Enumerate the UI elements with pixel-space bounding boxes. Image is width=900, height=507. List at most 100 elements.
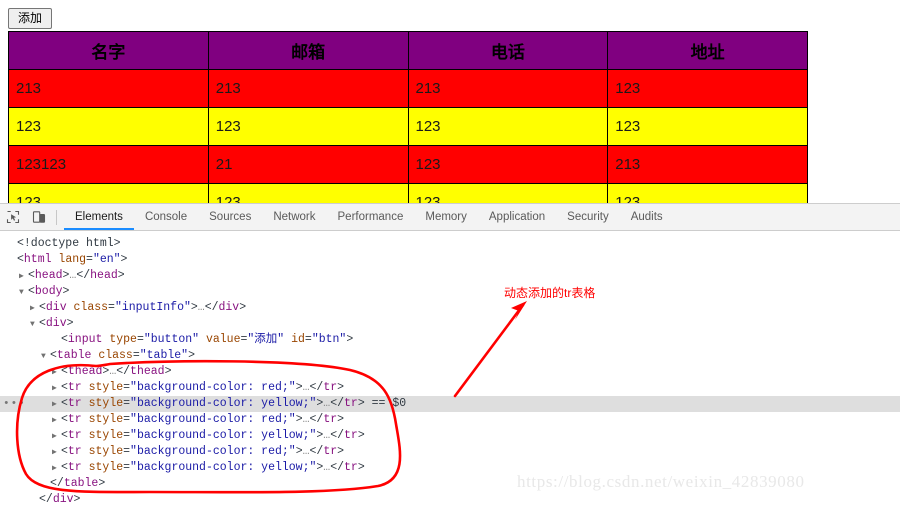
code-token-punc: > bbox=[346, 333, 354, 346]
chevron-right-icon[interactable]: ▶ bbox=[52, 445, 61, 461]
chevron-right-icon[interactable]: ▶ bbox=[52, 461, 61, 477]
tab-sources[interactable]: Sources bbox=[198, 204, 262, 230]
tab-application[interactable]: Application bbox=[478, 204, 556, 230]
code-token-punc: = bbox=[132, 349, 140, 362]
dom-node-line[interactable]: ▶ <tr style="background-color: red;">…</t… bbox=[0, 380, 900, 396]
code-token-punc: > bbox=[188, 349, 195, 362]
device-toolbar-icon[interactable] bbox=[26, 204, 52, 230]
dom-node-line[interactable]: ▼ <table class="table"> bbox=[0, 348, 900, 364]
code-token-tag: html bbox=[23, 253, 52, 266]
cell-email: 213 bbox=[207, 69, 409, 108]
chevron-right-icon[interactable]: ▶ bbox=[52, 381, 61, 397]
code-token-punc: < bbox=[50, 349, 57, 362]
code-token-punc bbox=[82, 445, 89, 458]
tab-security[interactable]: Security bbox=[556, 204, 620, 230]
dom-node-line[interactable]: <input type="button" value="添加" id="btn"… bbox=[0, 332, 900, 348]
code-token-punc: < bbox=[61, 461, 68, 474]
watermark-url: https://blog.csdn.net/weixin_42839080 bbox=[517, 472, 805, 491]
chevron-down-icon[interactable]: ▼ bbox=[41, 349, 50, 365]
code-token-punc: > bbox=[117, 269, 125, 282]
code-token-tag: tr bbox=[67, 445, 82, 458]
dom-node-line[interactable]: ▼ <div> bbox=[0, 316, 900, 332]
code-token-attr: type bbox=[109, 333, 137, 346]
tab-memory[interactable]: Memory bbox=[414, 204, 478, 230]
code-token-punc: > bbox=[98, 477, 106, 490]
chevron-right-icon[interactable]: ▶ bbox=[52, 365, 61, 381]
chevron-right-icon[interactable]: ▶ bbox=[52, 413, 61, 429]
code-token-tag: head bbox=[34, 269, 63, 282]
tab-network[interactable]: Network bbox=[262, 204, 326, 230]
code-token-ell: … bbox=[302, 445, 310, 458]
dom-node-line[interactable]: <html lang="en"> bbox=[0, 252, 900, 268]
dom-node-line[interactable]: ▼ <body> bbox=[0, 284, 900, 300]
tab-audits[interactable]: Audits bbox=[620, 204, 674, 230]
cell-address: 123 bbox=[607, 69, 808, 108]
code-token-punc bbox=[82, 461, 89, 474]
code-token-val: "添加" bbox=[247, 333, 285, 346]
contacts-table: 名字 邮箱 电话 地址 213 213 213 123 123 123 123 … bbox=[8, 31, 808, 203]
table-row: 123123 21 123 213 bbox=[8, 145, 808, 184]
dom-node-line[interactable]: ▶ <thead>…</thead> bbox=[0, 364, 900, 380]
code-token-attr: class bbox=[73, 301, 109, 314]
code-token-punc: < bbox=[39, 317, 46, 330]
chevron-down-icon[interactable]: ▼ bbox=[30, 317, 39, 333]
chevron-down-icon[interactable]: ▼ bbox=[19, 285, 28, 301]
code-token-dollar: == $0 bbox=[364, 397, 407, 410]
tab-console[interactable]: Console bbox=[134, 204, 198, 230]
chevron-right-icon[interactable]: ▶ bbox=[19, 269, 28, 285]
code-token-punc bbox=[82, 413, 89, 426]
dom-node-line-selected[interactable]: ••• ▶ <tr style="background-color: yellow;… bbox=[0, 396, 900, 412]
code-token-punc: < bbox=[17, 253, 24, 266]
code-token-punc: > bbox=[295, 381, 303, 394]
code-token-punc: </ bbox=[116, 365, 131, 378]
code-token-punc: </ bbox=[76, 269, 91, 282]
code-token-punc: > bbox=[66, 317, 74, 330]
column-header-name: 名字 bbox=[8, 31, 209, 70]
column-header-email: 邮箱 bbox=[207, 31, 409, 70]
inspect-element-icon[interactable] bbox=[0, 204, 26, 230]
code-token-punc: </ bbox=[330, 429, 345, 442]
code-token-val: "background-color: yellow;" bbox=[130, 397, 317, 410]
tab-elements[interactable]: Elements bbox=[64, 204, 134, 230]
dom-node-line[interactable]: ▶ <tr style="background-color: red;">…</t… bbox=[0, 444, 900, 460]
dom-node-line[interactable]: ▶ <head>…</head> bbox=[0, 268, 900, 284]
chevron-right-icon[interactable]: ▶ bbox=[52, 397, 61, 413]
code-token-punc: > bbox=[164, 365, 172, 378]
chevron-right-icon[interactable]: ▶ bbox=[52, 429, 61, 445]
code-token-punc: > bbox=[337, 413, 345, 426]
table-row: 213 213 213 123 bbox=[8, 69, 808, 108]
code-token-punc: > bbox=[190, 301, 198, 314]
chevron-right-icon[interactable]: ▶ bbox=[30, 301, 39, 317]
dom-node-line[interactable]: ▶ <div class="inputInfo">…</div> bbox=[0, 300, 900, 316]
code-token-attr: value bbox=[205, 333, 241, 346]
code-token-tag: tr bbox=[323, 413, 338, 426]
devtools-panel: Elements Console Sources Network Perform… bbox=[0, 203, 900, 507]
code-token-punc: = bbox=[136, 333, 144, 346]
cell-email: 123 bbox=[207, 183, 409, 203]
dom-tree[interactable]: <!doctype html> <html lang="en"> ▶ <head>…<… bbox=[0, 231, 900, 507]
code-token-attr: style bbox=[88, 429, 124, 442]
code-token-punc: = bbox=[123, 429, 131, 442]
table-header: 名字 邮箱 电话 地址 bbox=[8, 31, 808, 70]
dom-node-line[interactable]: </div> bbox=[0, 492, 900, 507]
code-token-punc: </ bbox=[309, 381, 324, 394]
code-token-attr: lang bbox=[58, 253, 87, 266]
code-token-punc: = bbox=[123, 397, 131, 410]
code-token-punc: </ bbox=[330, 461, 345, 474]
cell-address: 213 bbox=[607, 145, 808, 184]
dom-node-line[interactable]: ▶ <tr style="background-color: red;">…</t… bbox=[0, 412, 900, 428]
code-token-tag: head bbox=[90, 269, 118, 282]
code-token-tag: thead bbox=[130, 365, 165, 378]
dom-node-line[interactable]: ▶ <tr style="background-color: yellow;">…… bbox=[0, 428, 900, 444]
code-token-punc: <!doctype html> bbox=[17, 237, 121, 250]
code-token-punc bbox=[82, 381, 89, 394]
code-token-punc: > bbox=[120, 253, 128, 266]
code-token-punc bbox=[199, 333, 206, 346]
code-token-punc: > bbox=[337, 445, 345, 458]
dom-node-line[interactable]: <!doctype html> bbox=[0, 236, 900, 252]
tab-performance[interactable]: Performance bbox=[327, 204, 415, 230]
code-token-punc: </ bbox=[50, 477, 64, 490]
code-token-punc: < bbox=[61, 381, 68, 394]
code-token-punc: > bbox=[73, 493, 81, 506]
add-row-button[interactable]: 添加 bbox=[8, 8, 52, 29]
